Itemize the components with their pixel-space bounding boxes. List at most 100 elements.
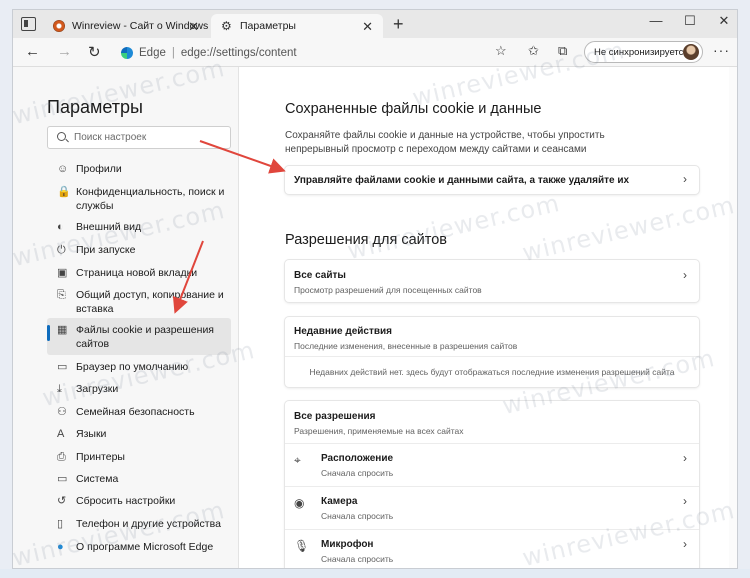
phone-icon: ▯ [57,518,64,530]
close-window-button[interactable]: ✕ [709,13,737,29]
lock-icon: 🔒 [57,186,71,198]
minimize-button[interactable]: — [641,13,671,28]
address-url[interactable]: edge://settings/content [181,47,297,59]
sidebar-item-system[interactable]: ▭ Система [47,473,231,487]
all-sites-subtitle: Просмотр разрешений для посещенных сайто… [294,285,482,295]
add-favorite-icon[interactable]: ☆ [495,43,507,59]
sync-status-label: Не синхронизируется [594,46,689,58]
sidebar-item-appearance[interactable]: ◐ Внешний вид [47,221,231,235]
avatar [683,44,699,60]
sidebar-item-phone-devices[interactable]: ▯ Телефон и другие устройства [47,518,231,532]
sidebar-item-label: При запуске [76,244,136,256]
permission-row-camera[interactable]: ◉ Камера Сначала спросить › [285,487,699,529]
forward-arrow-icon[interactable]: → [57,43,72,60]
maximize-button[interactable]: ☐ [675,13,705,29]
divider [285,356,699,357]
sidebar-item-label: Языки [76,428,107,440]
sidebar-item-label: Принтеры [76,451,125,463]
permission-subtitle: Сначала спросить [321,554,394,564]
edge-logo-icon: ● [57,541,64,553]
collections-icon[interactable]: ⧉ [558,43,567,59]
edge-logo-icon [121,46,133,59]
all-sites-row[interactable]: Все сайты Просмотр разрешений для посеще… [285,260,699,302]
sidebar-item-family-safety[interactable]: ⚇ Семейная безопасность [47,406,231,420]
sidebar-item-label: Браузер по умолчанию [76,361,189,373]
location-icon: ⌖ [294,453,301,467]
active-indicator [47,325,50,341]
profile-sync-button[interactable]: Не синхронизируется [584,41,703,63]
sidebar-item-label: Конфиденциальность, поиск и службы [76,186,225,212]
power-icon: ⏻ [57,244,66,256]
settings-content: Сохраненные файлы cookie и данные Сохран… [240,67,737,568]
family-icon: ⚇ [57,406,67,418]
all-permissions-card: Все разрешения Разрешения, применяемые н… [285,401,699,568]
more-menu-icon[interactable]: ··· [713,42,730,58]
sidebar-item-about[interactable]: ● О программе Microsoft Edge [47,541,231,555]
default-browser-icon: ▭ [57,361,68,373]
recent-activity-subtitle: Последние изменения, внесенные в разреше… [294,341,518,351]
close-tab-icon[interactable]: ✕ [188,19,199,35]
sidebar-item-label: Сбросить настройки [76,495,176,507]
permission-row-microphone[interactable]: 🎙 Микрофон Сначала спросить › [285,530,699,568]
sidebar-item-label: Файлы cookie и разрешения сайтов [76,324,214,350]
permission-subtitle: Сначала спросить [321,468,394,478]
sidebar-item-label: Внешний вид [76,221,142,233]
permission-row-location[interactable]: ⌖ Расположение Сначала спросить › [285,444,699,486]
tab-settings[interactable]: ⚙ Параметры ✕ [211,14,383,38]
close-tab-icon[interactable]: ✕ [362,19,373,35]
new-tab-button[interactable]: + [393,14,404,35]
chevron-right-icon: › [683,537,687,551]
sidebar-item-default-browser[interactable]: ▭ Браузер по умолчанию [47,361,231,375]
manage-cookies-label: Управляйте файлами cookie и данными сайт… [294,175,630,186]
recent-activity-empty-message: Недавних действий нет. здесь будут отобр… [309,367,675,377]
profile-icon: ☺ [57,163,69,175]
refresh-icon[interactable]: ↻ [88,43,101,61]
permission-title: Расположение [321,453,394,464]
sidebar-item-downloads[interactable]: ⤓ Загрузки [47,383,231,397]
gear-icon: ⚙ [221,19,232,33]
search-input[interactable]: Поиск настроек [47,126,231,149]
sidebar-item-new-tab-page[interactable]: ▣ Страница новой вкладки [47,267,231,281]
sidebar-item-reset[interactable]: ↺ Сбросить настройки [47,495,231,509]
languages-icon: A [57,428,65,440]
printer-icon: ⎙ [57,451,66,463]
address-bar[interactable]: Edge | edge://settings/content [121,42,297,63]
sidebar-item-languages[interactable]: A Языки [47,428,231,442]
recent-activity-title: Недавние действия [294,326,393,337]
permission-subtitle: Сначала спросить [321,511,394,521]
cookie-icon: ▦ [57,324,68,336]
cookies-description: Сохраняйте файлы cookie и данные на устр… [285,130,605,155]
back-arrow-icon[interactable]: ← [25,43,40,60]
microphone-icon: 🎙 [294,539,310,553]
sidebar-item-startup[interactable]: ⏻ При запуске [47,244,231,258]
winreview-favicon-icon [53,20,65,32]
camera-icon: ◉ [294,496,305,510]
all-permissions-title: Все разрешения [294,411,376,422]
tab-winreview[interactable]: Winreview - Сайт о Windows ✕ [43,14,209,38]
manage-cookies-row[interactable]: Управляйте файлами cookie и данными сайт… [285,166,699,194]
sidebar-item-cookies-permissions[interactable]: ▦ Файлы cookie и разрешения сайтов [47,318,231,355]
sidebar-item-label: Загрузки [76,383,119,395]
sidebar-item-share-copy-paste[interactable]: ⎘ Общий доступ, копирование и вставка [47,289,231,316]
permission-title: Камера [321,496,358,507]
favorites-icon[interactable]: ✩ [528,43,539,59]
sidebar-item-privacy[interactable]: 🔒 Конфиденциальность, поиск и службы [47,186,231,213]
sidebar-item-printers[interactable]: ⎙ Принтеры [47,451,231,465]
scrollbar[interactable] [729,67,737,568]
sidebar-title: Параметры [47,97,143,117]
address-separator: | [171,46,175,59]
permission-title: Микрофон [321,539,374,550]
all-sites-title: Все сайты [294,270,346,281]
settings-sidebar: Параметры Поиск настроек ☺ Профили 🔒 Кон… [13,67,239,568]
sidebar-item-profiles[interactable]: ☺ Профили [47,163,231,177]
address-brand: Edge [139,46,166,59]
reset-icon: ↺ [57,495,67,507]
sidebar-item-label: Профили [76,163,122,175]
sidebar-item-label: Семейная безопасность [76,406,195,418]
sidebar-item-label: Система [76,473,119,485]
sidebar-item-label: Телефон и другие устройства [76,518,221,530]
tab-title: Параметры [240,20,296,32]
tab-actions-icon[interactable] [21,17,36,31]
page-bottom-strip [0,569,750,578]
chevron-right-icon: › [683,268,687,282]
